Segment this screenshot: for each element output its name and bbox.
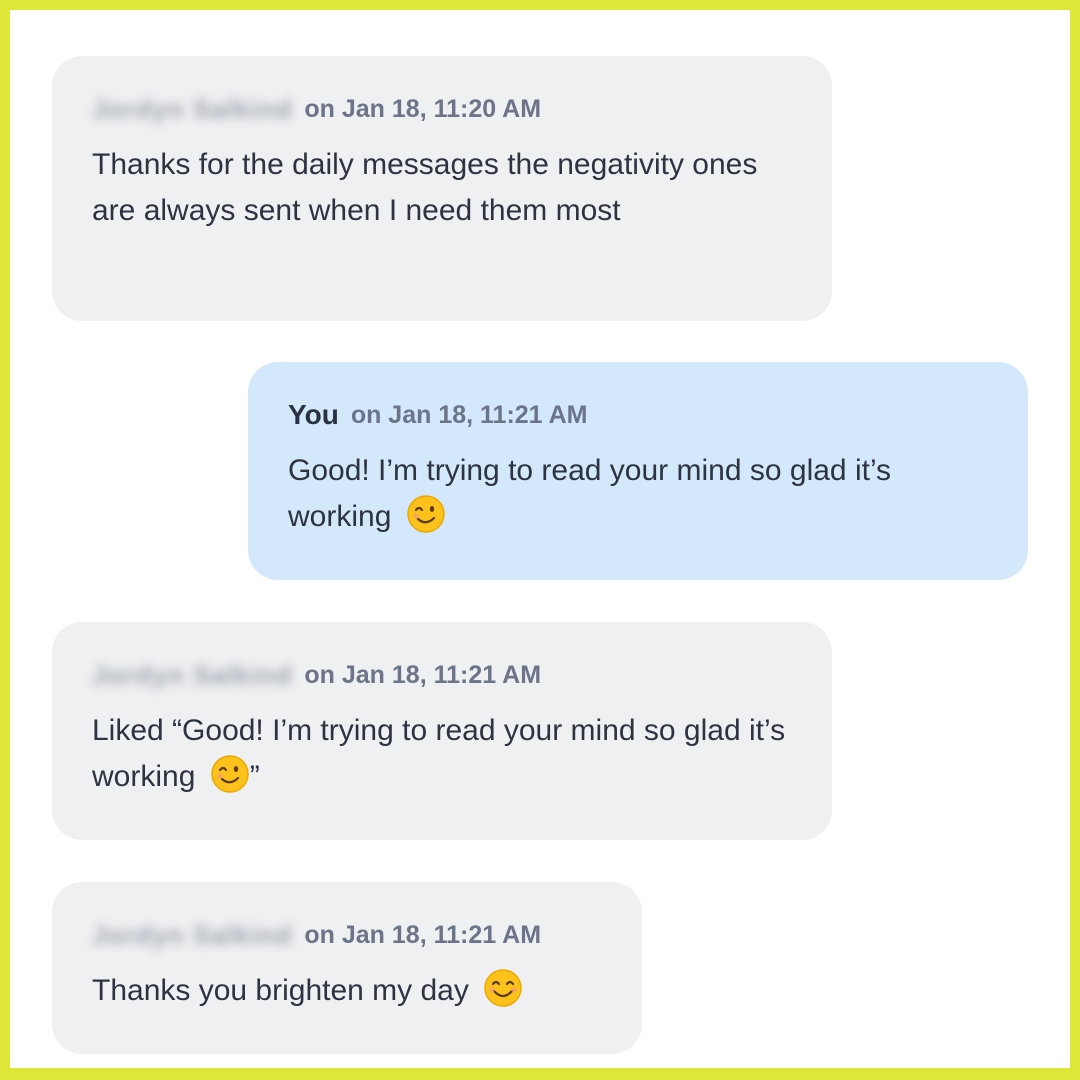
message-timestamp: on Jan 18, 11:21 AM: [350, 401, 588, 429]
message-meta: Jordyn Salkind on Jan 18, 11:21 AM: [92, 658, 792, 692]
message-meta: You on Jan 18, 11:21 AM: [288, 398, 988, 432]
message-text: Liked “Good! I’m trying to read your min…: [92, 714, 786, 793]
message-text: Good! I’m trying to read your mind so gl…: [288, 454, 892, 533]
message-bubble-received[interactable]: Jordyn Salkind on Jan 18, 11:21 AM Liked…: [52, 622, 832, 840]
message-bubble-received[interactable]: Jordyn Salkind on Jan 18, 11:20 AM Thank…: [52, 56, 832, 321]
message-timestamp: on Jan 18, 11:21 AM: [304, 661, 542, 689]
message-text: Thanks you brighten my day: [92, 968, 602, 1014]
message-meta: Jordyn Salkind on Jan 18, 11:20 AM: [92, 92, 792, 126]
message-bubble-sent[interactable]: You on Jan 18, 11:21 AM Good! I’m trying…: [248, 362, 1028, 580]
message-text: Thanks for the daily messages the negati…: [92, 148, 758, 227]
smiling-face-icon: [484, 969, 522, 1007]
sender-name: You: [288, 399, 339, 430]
message-timestamp: on Jan 18, 11:20 AM: [304, 95, 542, 123]
message-meta: Jordyn Salkind on Jan 18, 11:21 AM: [92, 918, 602, 952]
conversation-frame: Jordyn Salkind on Jan 18, 11:20 AM Thank…: [10, 10, 1070, 1068]
sender-name-blurred: Jordyn Salkind: [92, 660, 293, 690]
winking-face-icon: [406, 495, 445, 533]
message-timestamp: on Jan 18, 11:21 AM: [304, 921, 542, 949]
winking-face-icon: [210, 755, 249, 793]
message-bubble-received[interactable]: Jordyn Salkind on Jan 18, 11:21 AM Thank…: [52, 882, 642, 1054]
sender-name-blurred: Jordyn Salkind: [92, 920, 293, 950]
sender-name-blurred: Jordyn Salkind: [92, 94, 293, 124]
